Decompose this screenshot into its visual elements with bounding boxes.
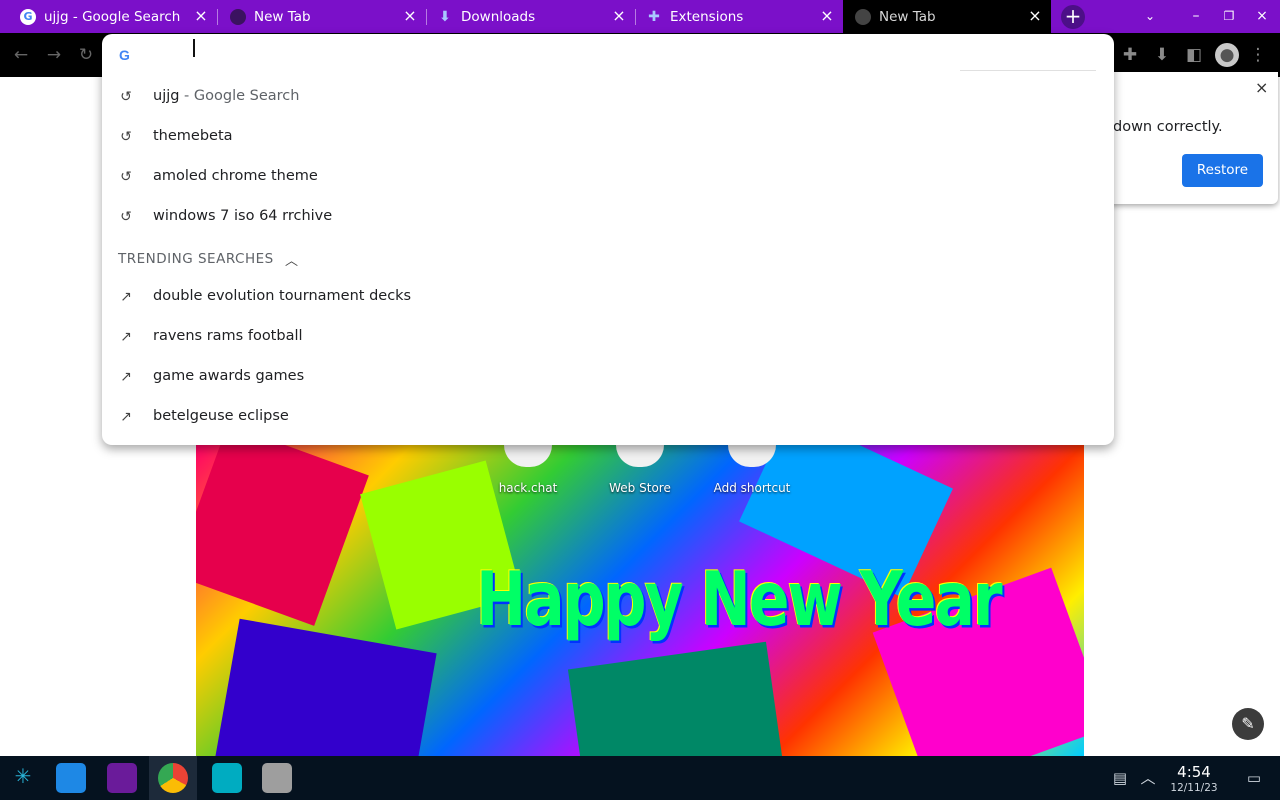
tab-title: New Tab	[254, 8, 311, 25]
shortcut-icon	[504, 445, 552, 467]
shortcut-label: Web Store	[609, 481, 671, 495]
files-app-icon[interactable]	[107, 763, 137, 793]
google-g-icon: G	[119, 47, 130, 63]
restore-pages-popup: × down correctly. Restore	[1100, 72, 1278, 204]
trending-icon: ↗	[120, 369, 132, 385]
tab-title: Downloads	[461, 8, 536, 25]
shortcut-web-store[interactable]: Web Store	[590, 445, 690, 495]
chevron-up-icon[interactable]: ︿	[1138, 768, 1158, 788]
wallpaper-shape	[196, 445, 369, 626]
minimize-icon[interactable]: –	[1186, 6, 1206, 26]
suggestion-text: windows 7 iso 64 rrchive	[153, 208, 333, 224]
tab-strip: G ujjg - Google Search × New Tab × ⬇ Dow…	[0, 0, 1280, 33]
trending-icon: ↗	[120, 289, 132, 305]
tab-downloads[interactable]: ⬇ Downloads ×	[427, 0, 635, 33]
history-icon: ↺	[120, 89, 132, 105]
shortcut-label: hack.chat	[498, 481, 558, 495]
trending-text: betelgeuse eclipse	[153, 408, 289, 424]
chevron-up-icon[interactable]: ︿	[285, 250, 298, 269]
chrome-icon	[855, 8, 871, 25]
suggestion-text: themebeta	[153, 128, 233, 144]
trending-item[interactable]: ↗ game awards games	[102, 357, 1114, 397]
suggestion-item[interactable]: ↺ amoled chrome theme	[102, 157, 1114, 197]
suggestion-item[interactable]: ↺ themebeta	[102, 117, 1114, 157]
suggestion-item[interactable]: ↺ windows 7 iso 64 rrchive	[102, 197, 1114, 237]
suggestion-item[interactable]: ↺ ujjg - Google Search	[102, 77, 1114, 117]
download-icon: ⬇	[439, 8, 451, 25]
trending-text: game awards games	[153, 368, 305, 384]
puzzle-icon: ✚	[648, 8, 660, 25]
new-tab-button[interactable]: +	[1061, 5, 1085, 29]
menu-kebab-icon[interactable]: ⋮	[1248, 45, 1268, 65]
tab-search-chevron-icon[interactable]: ⌄	[1140, 6, 1160, 26]
shortcut-hack-chat[interactable]: hack.chat	[478, 445, 578, 495]
add-shortcut-icon	[728, 445, 776, 467]
forward-icon[interactable]: →	[44, 45, 64, 65]
taskbar: ✳ ▤ ︿ 4:54 12/11/23 ▭	[0, 756, 1280, 800]
restore-button[interactable]: Restore	[1182, 154, 1263, 187]
download-icon[interactable]: ⬇	[1152, 45, 1172, 65]
close-icon[interactable]: ×	[402, 8, 418, 24]
close-window-icon[interactable]: ×	[1252, 6, 1272, 26]
google-g-icon: G	[20, 8, 36, 25]
history-icon: ↺	[120, 169, 132, 185]
chrome-icon	[230, 8, 246, 25]
tab-google-search[interactable]: G ujjg - Google Search ×	[0, 0, 217, 33]
wallpaper-shape	[215, 618, 437, 756]
text-cursor-icon	[193, 39, 195, 57]
wallpaper-greeting-text: Happy New Year	[476, 556, 1003, 644]
clock-date: 12/11/23	[1170, 782, 1218, 794]
trending-searches-header: TRENDING SEARCHES	[118, 251, 274, 267]
launcher-icon[interactable]: ✳	[11, 766, 35, 790]
extension-icon[interactable]: ✚	[1120, 45, 1140, 65]
store-app-icon[interactable]	[56, 763, 86, 793]
restore-window-icon[interactable]: ❐	[1219, 6, 1239, 26]
tab-new-tab[interactable]: New Tab ×	[218, 0, 426, 33]
history-icon: ↺	[120, 129, 132, 145]
suggestion-query: ujjg	[153, 88, 180, 104]
trending-item[interactable]: ↗ ravens rams football	[102, 317, 1114, 357]
game-app-icon[interactable]	[262, 763, 292, 793]
transfer-app-icon[interactable]	[212, 763, 242, 793]
chrome-app-icon[interactable]	[158, 763, 188, 793]
side-panel-icon[interactable]: ◧	[1184, 45, 1204, 65]
tab-title: New Tab	[879, 8, 936, 25]
tab-title: Extensions	[670, 8, 744, 25]
address-bar-input[interactable]: G	[102, 34, 1114, 76]
suggestion-text: amoled chrome theme	[153, 168, 318, 184]
trending-icon: ↗	[120, 409, 132, 425]
trending-icon: ↗	[120, 329, 132, 345]
clipboard-icon[interactable]: ▤	[1110, 768, 1130, 788]
trending-text: ravens rams football	[153, 328, 303, 344]
tab-extensions[interactable]: ✚ Extensions ×	[636, 0, 843, 33]
customize-pencil-icon[interactable]: ✎	[1232, 708, 1264, 740]
close-icon[interactable]: ×	[611, 8, 627, 24]
reload-icon[interactable]: ↻	[76, 45, 96, 65]
back-icon[interactable]: ←	[11, 45, 31, 65]
restore-message: down correctly.	[1113, 119, 1223, 135]
trending-item[interactable]: ↗ double evolution tournament decks	[102, 277, 1114, 317]
close-icon[interactable]: ×	[819, 8, 835, 24]
shortcut-add[interactable]: Add shortcut	[702, 445, 802, 495]
close-icon[interactable]: ×	[193, 8, 209, 24]
profile-avatar-icon[interactable]: ●	[1215, 43, 1239, 67]
wallpaper-shape	[567, 641, 785, 756]
system-clock[interactable]: 4:54 12/11/23	[1166, 763, 1222, 794]
omnibox-dropdown: G ↺ ujjg - Google Search ↺ themebeta ↺ a…	[102, 34, 1114, 445]
clock-time: 4:54	[1177, 763, 1211, 781]
suggestion-text: ujjg - Google Search	[153, 88, 299, 104]
input-underline	[960, 70, 1096, 71]
notifications-icon[interactable]: ▭	[1244, 768, 1264, 788]
close-icon[interactable]: ×	[1027, 8, 1043, 24]
web-store-icon	[616, 445, 664, 467]
tab-new-tab-active[interactable]: New Tab ×	[843, 0, 1051, 33]
shortcut-label: Add shortcut	[713, 481, 791, 495]
history-icon: ↺	[120, 209, 132, 225]
trending-item[interactable]: ↗ betelgeuse eclipse	[102, 397, 1114, 437]
trending-text: double evolution tournament decks	[153, 288, 412, 304]
tab-title: ujjg - Google Search	[44, 8, 181, 25]
close-icon[interactable]: ×	[1255, 78, 1268, 97]
suggestion-suffix: - Google Search	[179, 88, 300, 104]
